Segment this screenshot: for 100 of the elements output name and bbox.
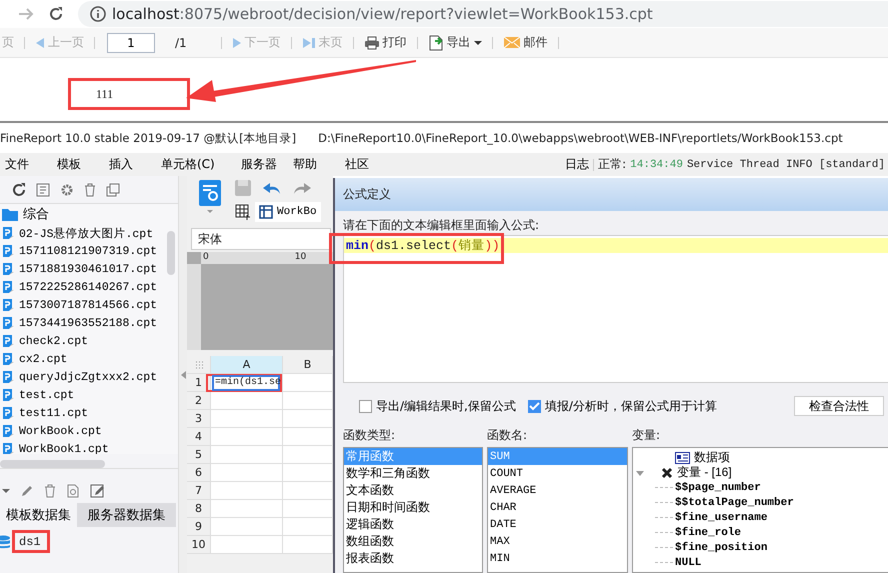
grid-cell[interactable] bbox=[211, 410, 283, 428]
previous-icon bbox=[35, 36, 45, 48]
check-icon bbox=[528, 402, 540, 410]
toolbar-button[interactable]: 邮件 bbox=[500, 34, 550, 51]
variable-item[interactable]: $fine_username bbox=[675, 512, 768, 524]
menu-item[interactable]: 插入 bbox=[109, 156, 156, 173]
option-checkbox[interactable]: 导出/编辑结果时,保留公式 bbox=[359, 398, 516, 414]
function-name-item[interactable]: DATE bbox=[488, 516, 627, 533]
function-type-item[interactable]: 日期和时间函数 bbox=[344, 499, 482, 516]
function-type-item[interactable]: 逻辑函数 bbox=[344, 516, 482, 533]
grid-cell[interactable] bbox=[211, 536, 283, 554]
row-header[interactable]: 6 bbox=[187, 464, 211, 482]
cross-icon bbox=[661, 466, 673, 478]
status-message: Service Thread INFO [standard] bbox=[686, 158, 885, 170]
back-icon bbox=[18, 7, 34, 21]
formula-editor[interactable]: min(ds1.select(销量)) bbox=[343, 235, 888, 383]
font-select[interactable]: 宋体 bbox=[191, 228, 331, 250]
function-name-item[interactable]: COUNT bbox=[488, 465, 627, 482]
address-bar[interactable]: localhost:8075/webroot/decision/view/report?viewlet=WorkBook153.cpt bbox=[78, 1, 888, 27]
pencil-icon bbox=[20, 484, 34, 498]
template-tab[interactable]: WorkBo bbox=[255, 202, 321, 222]
scrollbar-thumb[interactable] bbox=[167, 231, 175, 275]
file-path: D:\FineReport10.0\FineReport_10.0\webapps\webroot\WEB-INF\reportlets/WorkBook153.cpt bbox=[318, 131, 843, 145]
tree-file[interactable]: 02-JS悬停放大图片.cpt bbox=[19, 226, 178, 240]
log-button[interactable]: 日志 bbox=[565, 156, 590, 173]
function-type-item[interactable]: 数学和三角函数 bbox=[344, 465, 482, 482]
row-header[interactable]: 2 bbox=[187, 392, 211, 410]
menu-item[interactable]: 文件 bbox=[5, 156, 52, 173]
function-type-item[interactable]: 报表函数 bbox=[344, 550, 482, 567]
print-icon bbox=[364, 36, 380, 50]
tree-file[interactable]: WorkBook1.cpt bbox=[19, 442, 178, 454]
function-name-item[interactable]: CHAR bbox=[488, 499, 627, 516]
tree-file[interactable]: test11.cpt bbox=[19, 406, 178, 420]
grid-cell[interactable] bbox=[211, 500, 283, 518]
function-type-item[interactable]: 文本函数 bbox=[344, 482, 482, 499]
grid-cell[interactable] bbox=[211, 392, 283, 410]
column-header[interactable]: B bbox=[283, 356, 333, 374]
tree-folder[interactable]: 综合 bbox=[0, 204, 178, 224]
toolbar-button[interactable]: 导出 bbox=[426, 34, 484, 51]
tree-file[interactable]: WorkBook.cpt bbox=[19, 424, 178, 438]
tree-file[interactable]: queryJdjcZgtxxx2.cpt bbox=[19, 370, 178, 384]
variable-item[interactable]: $fine_role bbox=[675, 526, 742, 538]
grid-cell[interactable] bbox=[211, 428, 283, 446]
function-type-item[interactable]: 数组函数 bbox=[344, 533, 482, 550]
row-header[interactable]: 10 bbox=[187, 536, 211, 554]
row-header[interactable]: 4 bbox=[187, 428, 211, 446]
variable-item[interactable]: 数据项 bbox=[694, 450, 730, 465]
report-preview-icon bbox=[199, 180, 221, 214]
menu-item[interactable]: 社区 bbox=[345, 156, 392, 173]
scrollbar-thumb[interactable] bbox=[0, 460, 105, 468]
copy-icon bbox=[106, 182, 120, 196]
function-name-item[interactable]: MAX bbox=[488, 533, 627, 550]
prompt-text: 请在下面的文本编辑框里面输入公式: bbox=[343, 217, 540, 233]
column-header[interactable]: A bbox=[211, 356, 283, 374]
collapse-arrow-icon bbox=[180, 370, 186, 378]
grid-icon bbox=[259, 205, 273, 219]
tree-file[interactable]: 1573007187814566.cpt bbox=[19, 298, 178, 312]
dataset-item[interactable]: ds1 bbox=[19, 534, 41, 548]
ruler-mark: 0 bbox=[203, 252, 209, 264]
function-name-item[interactable]: MIN bbox=[488, 550, 627, 567]
ruler-mark: 10 bbox=[294, 252, 306, 264]
dataset-tab[interactable]: 服务器数据集 bbox=[77, 503, 176, 527]
trash-icon bbox=[84, 182, 96, 196]
option-checkbox[interactable]: 填报/分析时，保留公式用于计算 bbox=[528, 398, 717, 414]
mail-icon bbox=[502, 36, 521, 49]
tree-file[interactable]: cx2.cpt bbox=[19, 352, 178, 366]
row-header[interactable]: 8 bbox=[187, 500, 211, 518]
edit-icon bbox=[90, 484, 105, 498]
row-header[interactable]: 5 bbox=[187, 446, 211, 464]
tree-file[interactable]: 1572225286140267.cpt bbox=[19, 280, 178, 294]
app-title: FineReport 10.0 stable 2019-09-17 @默认[本地目录] bbox=[0, 130, 296, 146]
grid-cell[interactable] bbox=[211, 446, 283, 464]
menu-item[interactable]: 模板 bbox=[57, 156, 104, 173]
tree-file[interactable]: test.cpt bbox=[19, 388, 178, 402]
row-header[interactable]: 7 bbox=[187, 482, 211, 500]
check-validity-button[interactable]: 检查合法性 bbox=[794, 396, 884, 416]
menu-item[interactable]: 帮助 bbox=[293, 156, 340, 173]
menu-item[interactable]: 单元格(C) bbox=[161, 156, 236, 173]
variable-group[interactable]: 变量 - [16] bbox=[677, 465, 732, 480]
database-icon bbox=[0, 534, 10, 548]
tree-file[interactable]: 1571881930461017.cpt bbox=[19, 262, 178, 276]
toolbar-button[interactable]: 打印 bbox=[362, 34, 409, 51]
tree-file[interactable]: 1571108121907319.cpt bbox=[19, 244, 178, 258]
menu-item[interactable]: 服务器 bbox=[241, 156, 288, 173]
page-number-field[interactable]: 1 bbox=[107, 32, 155, 52]
row-header[interactable]: 9 bbox=[187, 518, 211, 536]
function-name-item[interactable]: AVERAGE bbox=[488, 482, 627, 499]
grid-cell[interactable] bbox=[211, 518, 283, 536]
gear-icon bbox=[60, 182, 74, 196]
tree-file[interactable]: 1573441963552188.cpt bbox=[19, 316, 178, 330]
next-icon bbox=[232, 36, 242, 48]
grid-cell[interactable] bbox=[211, 482, 283, 500]
variable-item[interactable]: NULL bbox=[675, 556, 702, 568]
variable-item[interactable]: $$totalPage_number bbox=[675, 496, 794, 508]
document-icon bbox=[36, 182, 50, 196]
grid-cell[interactable] bbox=[211, 464, 283, 482]
row-header[interactable]: 3 bbox=[187, 410, 211, 428]
variable-item[interactable]: $fine_position bbox=[675, 542, 768, 554]
tree-file[interactable]: check2.cpt bbox=[19, 334, 178, 348]
variable-item[interactable]: $$page_number bbox=[675, 482, 761, 494]
